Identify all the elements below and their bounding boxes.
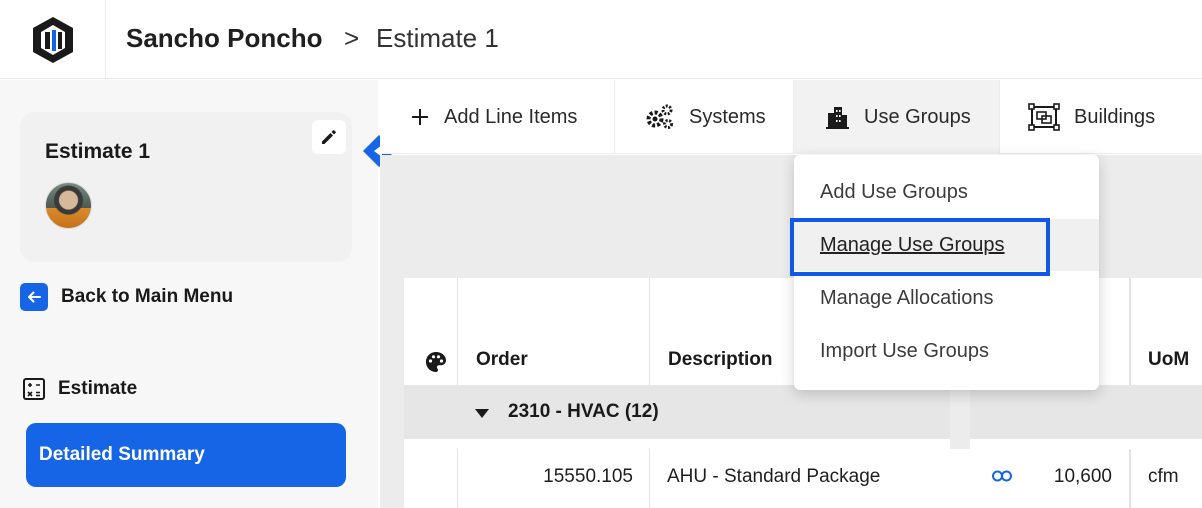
floorplan-icon <box>1028 103 1060 131</box>
column-header-color[interactable] <box>404 278 458 385</box>
breadcrumb-estimate: Estimate 1 <box>376 23 499 53</box>
arrow-left-icon <box>20 283 48 311</box>
top-bar: Sancho Poncho > Estimate 1 <box>0 0 1202 79</box>
systems-label: Systems <box>689 105 766 128</box>
breadcrumb-separator: > <box>344 23 360 53</box>
gears-icon <box>646 104 673 129</box>
breadcrumb-project[interactable]: Sancho Poncho <box>126 22 322 54</box>
row-description-value: AHU - Standard Package <box>667 466 881 487</box>
column-header-uom[interactable]: UoM <box>1130 278 1202 385</box>
calculator-icon <box>23 378 45 400</box>
row-color-cell[interactable] <box>404 449 458 508</box>
sidebar: Estimate 1 Back to Main Menu Estimate De… <box>0 80 378 508</box>
palette-icon <box>426 352 446 372</box>
use-groups-button[interactable]: Use Groups <box>794 80 1000 154</box>
buildings-icon <box>826 107 849 129</box>
toolbar: Add Line Items Systems Use Groups Buildi… <box>380 80 1202 154</box>
systems-button[interactable]: Systems <box>615 80 794 154</box>
menu-item-import-use-groups[interactable]: Import Use Groups <box>794 325 1099 377</box>
estimate-section-label: Estimate <box>58 378 138 399</box>
back-to-main-menu-label: Back to Main Menu <box>61 286 234 307</box>
use-groups-label: Use Groups <box>864 105 971 128</box>
link-icon[interactable] <box>992 470 1012 482</box>
pencil-icon <box>322 130 336 144</box>
highlight-box <box>790 218 1050 276</box>
caret-down-icon[interactable] <box>474 407 490 419</box>
row-order-value: 15550.105 <box>543 466 633 487</box>
buildings-label: Buildings <box>1074 105 1156 128</box>
row-quantity-cell[interactable]: 10,600 <box>970 449 1130 508</box>
logo-cell[interactable] <box>0 0 106 79</box>
group-row[interactable]: 2310 - HVAC (12) <box>404 385 1202 439</box>
back-to-main-menu[interactable]: Back to Main Menu <box>20 283 233 311</box>
row-quantity-value: 10,600 <box>1053 466 1112 487</box>
menu-item-manage-allocations[interactable]: Manage Allocations <box>794 272 1099 324</box>
row-uom-cell[interactable]: cfm <box>1130 449 1202 508</box>
edit-estimate-button[interactable] <box>312 120 346 154</box>
sidebar-item-detailed-summary[interactable]: Detailed Summary <box>26 423 346 487</box>
row-description-cell[interactable]: AHU - Standard Package <box>650 449 950 508</box>
menu-item-add-use-groups[interactable]: Add Use Groups <box>794 166 1099 218</box>
estimate-section-header: Estimate <box>22 376 137 402</box>
group-row-label: 2310 - HVAC (12) <box>508 401 659 422</box>
app-logo <box>32 16 73 63</box>
table-row[interactable]: 15550.105 AHU - Standard Package 10,600 … <box>404 449 1202 508</box>
estimate-card: Estimate 1 <box>20 112 352 262</box>
row-order-cell[interactable]: 15550.105 <box>458 449 650 508</box>
add-line-items-label: Add Line Items <box>444 105 578 128</box>
column-header-order-label: Order <box>476 349 528 370</box>
column-header-uom-label: UoM <box>1148 349 1190 370</box>
estimate-card-title: Estimate 1 <box>45 140 151 163</box>
row-uom-value: cfm <box>1148 466 1179 487</box>
add-line-items-button[interactable]: Add Line Items <box>380 80 615 154</box>
plus-icon <box>412 109 428 125</box>
avatar[interactable] <box>45 182 92 229</box>
column-header-order[interactable]: Order <box>458 278 650 385</box>
column-header-description-label: Description <box>668 349 773 370</box>
buildings-button[interactable]: Buildings <box>1000 80 1202 154</box>
